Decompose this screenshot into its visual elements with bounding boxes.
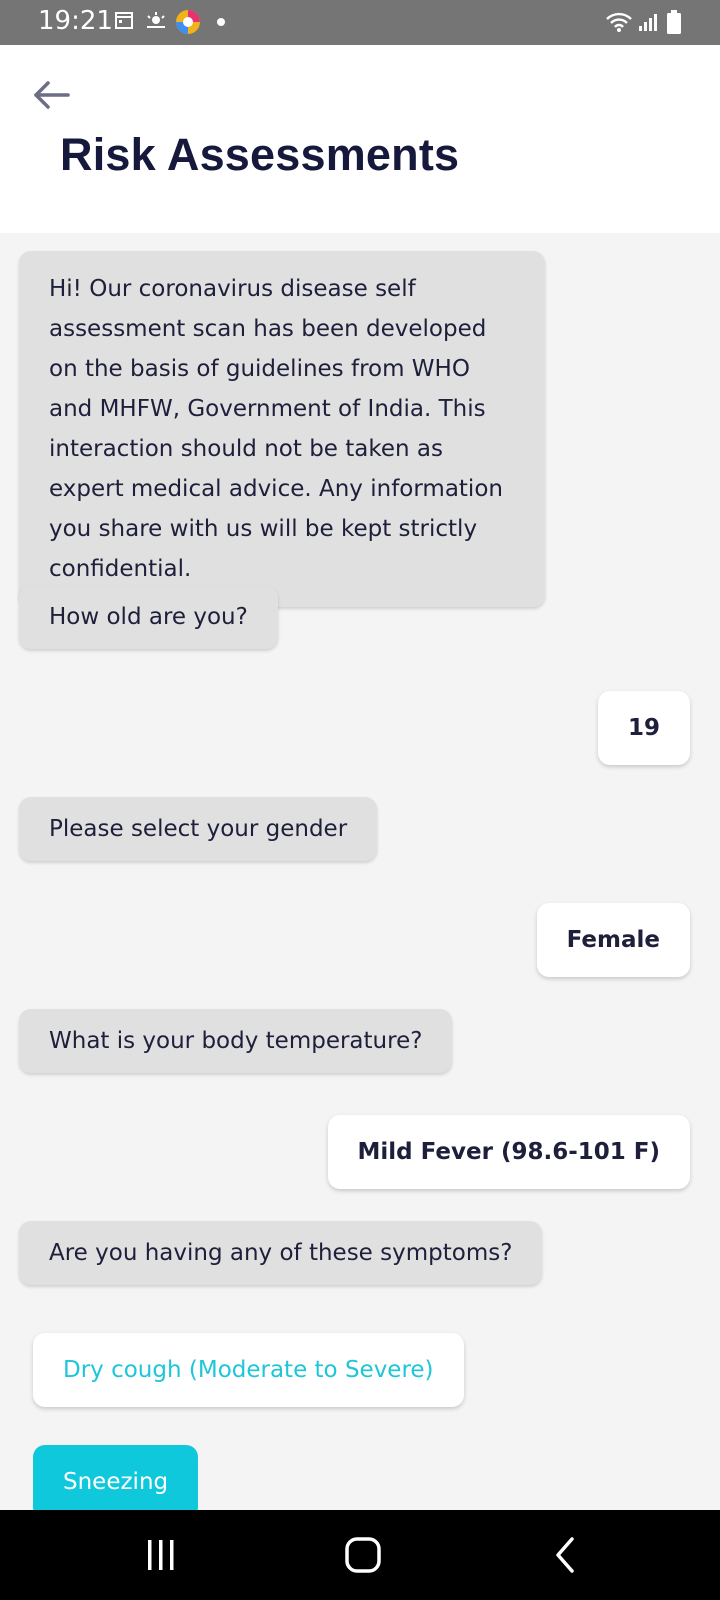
chat-area[interactable]: Hi! Our coronavirus disease self assessm… — [0, 233, 720, 1510]
user-answer-gender: Female — [536, 903, 690, 977]
notification-dot — [217, 18, 225, 26]
back-nav-icon — [540, 1537, 590, 1582]
symptom-option-dry-cough[interactable]: Dry cough (Moderate to Severe) — [33, 1333, 464, 1407]
user-answer-temperature: Mild Fever (98.6-101 F) — [327, 1115, 690, 1189]
back-button[interactable] — [30, 77, 74, 113]
bot-message-intro: Hi! Our coronavirus disease self assessm… — [19, 251, 545, 607]
back-nav-button[interactable] — [540, 1532, 590, 1578]
weather-icon — [144, 10, 168, 37]
recent-apps-icon — [136, 1540, 186, 1582]
home-button[interactable] — [338, 1532, 388, 1578]
system-nav-bar — [0, 1510, 720, 1600]
bot-question-gender: Please select your gender — [19, 797, 378, 861]
wifi-icon — [605, 11, 633, 38]
recent-apps-button[interactable] — [136, 1532, 186, 1578]
app-header: Risk Assessments — [0, 45, 720, 233]
status-bar: 19:21 — [0, 0, 720, 45]
user-answer-age: 19 — [597, 691, 690, 765]
page-title: Risk Assessments — [60, 129, 460, 180]
battery-icon — [667, 10, 681, 39]
calendar-icon — [114, 10, 134, 35]
home-icon — [338, 1537, 388, 1582]
bot-question-symptoms: Are you having any of these symptoms? — [19, 1221, 543, 1285]
bot-question-temperature: What is your body temperature? — [19, 1009, 453, 1073]
signal-icon — [638, 12, 660, 37]
bot-question-age: How old are you? — [19, 585, 278, 649]
browser-app-icon — [175, 9, 201, 40]
arrow-left-icon — [30, 81, 74, 117]
symptom-option-sneezing[interactable]: Sneezing — [33, 1445, 199, 1510]
status-time: 19:21 — [38, 6, 113, 36]
